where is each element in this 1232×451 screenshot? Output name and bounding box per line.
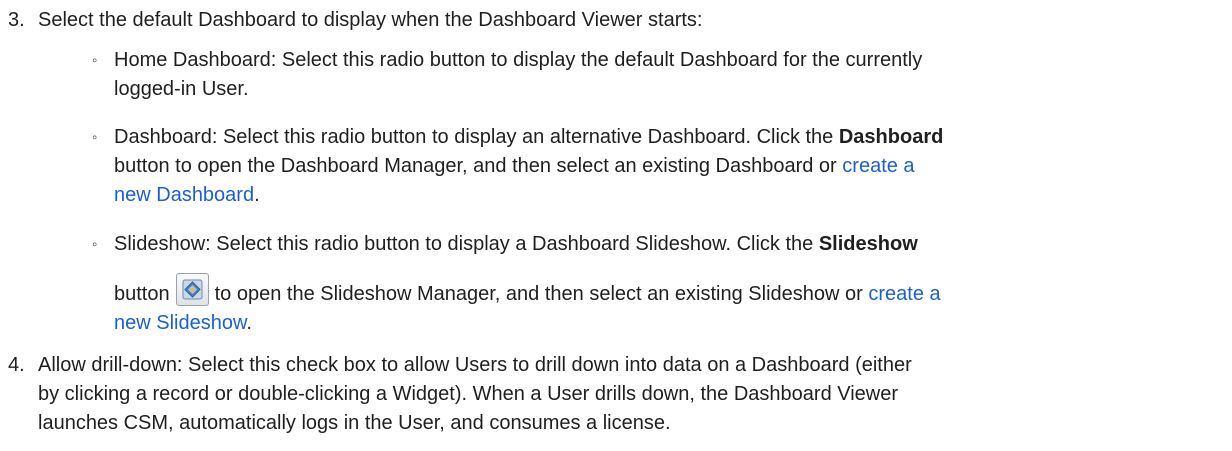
slideshow-icon-graphic: [182, 279, 203, 300]
step-text-line: by clicking a record or double-clicking …: [38, 383, 899, 405]
option-text: button: [114, 283, 170, 305]
step-text-line: Allow drill-down: Select this check box …: [38, 354, 912, 376]
option-text: Dashboard: Select this radio button to d…: [114, 126, 839, 148]
step-text: Select the default Dashboard to display …: [38, 9, 703, 31]
option-text: .: [246, 312, 252, 334]
option-text-line: button to open the Slideshow Manager, an…: [114, 273, 1204, 309]
bullet-marker: ◦: [92, 236, 98, 253]
create-dashboard-link-cont[interactable]: new Dashboard: [114, 184, 254, 206]
step-text-line: launches CSM, automatically logs in the …: [38, 412, 671, 434]
option-text: to open the Slideshow Manager, and then …: [214, 283, 869, 305]
option-text-line: new Slideshow.: [114, 309, 1204, 338]
create-slideshow-link[interactable]: create a: [868, 283, 940, 305]
option-text: Slideshow: Select this radio button to d…: [114, 233, 819, 255]
slideshow-bold-label: Slideshow: [818, 233, 918, 255]
option-text-line: Slideshow: Select this radio button to d…: [114, 230, 1204, 259]
create-slideshow-link-cont[interactable]: new Slideshow: [114, 312, 246, 334]
step-number: 4.: [8, 354, 25, 376]
dashboard-bold-label: Dashboard: [838, 126, 944, 148]
option-text-line: new Dashboard.: [114, 181, 1204, 210]
option-text-line: Home Dashboard: Select this radio button…: [114, 49, 923, 71]
create-dashboard-link[interactable]: create a: [842, 155, 914, 177]
option-text-line: Dashboard: Select this radio button to d…: [114, 123, 1204, 152]
step-number: 3.: [8, 9, 25, 31]
option-text: button to open the Dashboard Manager, an…: [114, 155, 843, 177]
option-text: .: [254, 184, 260, 206]
bullet-marker: ◦: [92, 129, 98, 146]
option-text-line: button to open the Dashboard Manager, an…: [114, 152, 1204, 181]
slideshow-icon[interactable]: [175, 273, 209, 306]
bullet-marker: ◦: [92, 52, 98, 69]
option-text-line: logged-in User.: [114, 78, 249, 100]
